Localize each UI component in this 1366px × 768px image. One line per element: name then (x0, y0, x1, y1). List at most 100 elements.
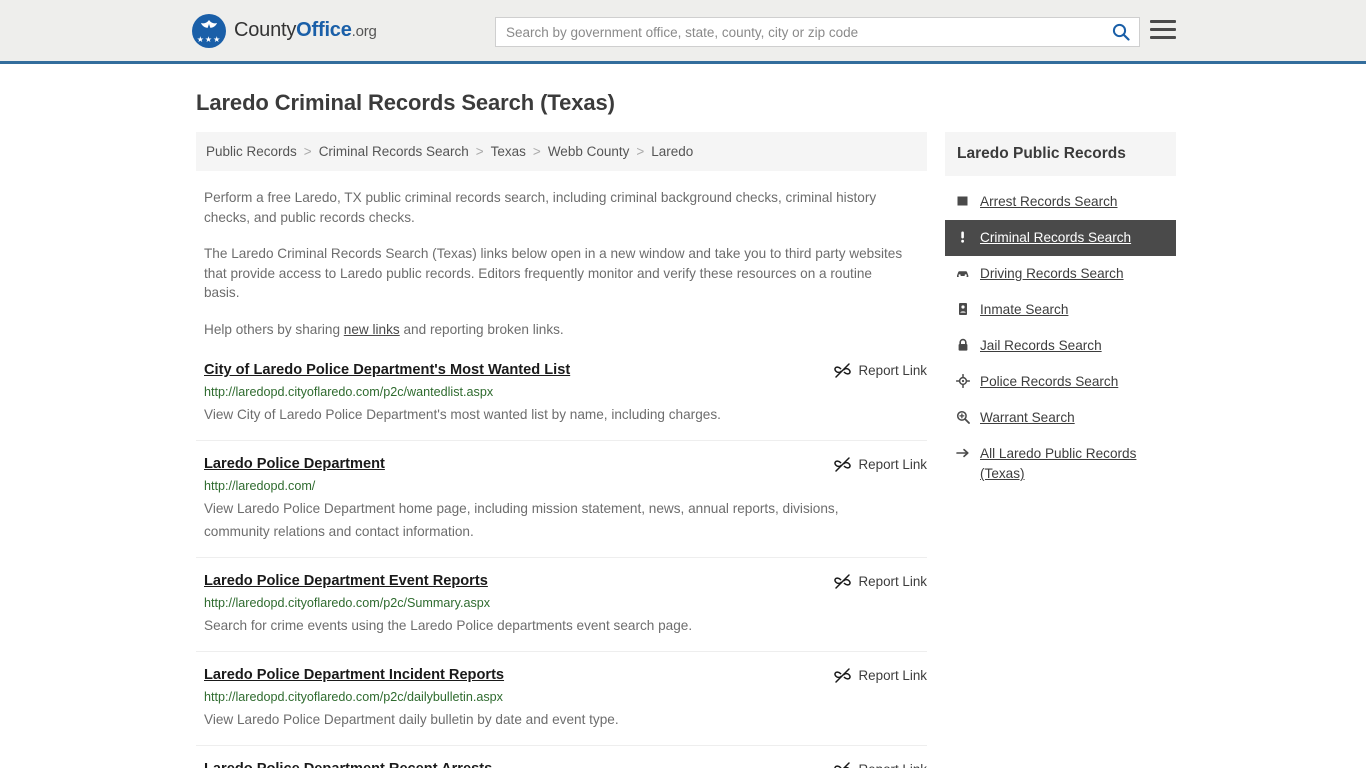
square-icon (955, 192, 970, 208)
result-title-link[interactable]: Laredo Police Department Incident Report… (204, 666, 504, 685)
sidebar-item-label: Criminal Records Search (980, 230, 1132, 245)
result-title-link[interactable]: Laredo Police Department Event Reports (204, 572, 488, 591)
hamburger-menu-icon[interactable] (1150, 20, 1176, 39)
square-icon (957, 196, 967, 206)
report-link-label: Report Link (859, 762, 927, 768)
result-title-link[interactable]: Laredo Police Department (204, 455, 385, 474)
logo-text-office: Office (296, 19, 352, 41)
exclamation-icon (955, 228, 970, 244)
main-content: Public Records > Criminal Records Search > T… (196, 132, 927, 768)
badge-icon (955, 374, 970, 388)
intro-paragraph-2: The Laredo Criminal Records Search (Texa… (204, 246, 903, 300)
result-url[interactable]: http://laredopd.cityoflaredo.com/p2c/dai… (204, 690, 927, 704)
site-logo[interactable]: ★★★ CountyOffice.org (192, 13, 377, 48)
results-list: City of Laredo Police Department's Most … (196, 361, 927, 768)
breadcrumb-item[interactable]: Criminal Records Search (319, 144, 469, 159)
sidebar-item-label: All Laredo Public Records (Texas) (980, 446, 1137, 481)
intro-text: Perform a free Laredo, TX public crimina… (196, 188, 927, 339)
breadcrumb-separator: > (636, 144, 645, 159)
site-logo-text: CountyOffice.org (234, 19, 377, 42)
report-link-button[interactable]: Report Link (833, 455, 927, 473)
result-item: Laredo Police Department Report Link http:… (196, 455, 927, 558)
result-url[interactable]: http://laredopd.com/ (204, 479, 927, 493)
breadcrumb: Public Records > Criminal Records Search > T… (196, 132, 927, 171)
sidebar-item-driving-records-search[interactable]: Driving Records Search (945, 256, 1176, 292)
hamburger-bar (1150, 20, 1176, 23)
sidebar-item-warrant-search[interactable]: Warrant Search (945, 400, 1176, 436)
report-link-button[interactable]: Report Link (833, 760, 927, 768)
search-plus-icon (956, 410, 970, 424)
sidebar-item-label: Jail Records Search (980, 338, 1102, 353)
broken-link-icon (833, 668, 851, 683)
badge-icon (955, 372, 970, 388)
breadcrumb-item[interactable]: Public Records (206, 144, 297, 159)
sidebar-title: Laredo Public Records (945, 132, 1176, 176)
broken-link-icon (833, 762, 850, 768)
sidebar-item-label: Warrant Search (980, 410, 1075, 425)
result-title-link[interactable]: Laredo Police Department Recent Arrests (204, 760, 492, 768)
breadcrumb-separator: > (475, 144, 484, 159)
result-title-link[interactable]: City of Laredo Police Department's Most … (204, 361, 570, 380)
sidebar: Laredo Public Records Arrest Records Sea… (945, 132, 1176, 768)
hamburger-bar (1150, 36, 1176, 39)
result-item: Laredo Police Department Event Reports Re… (196, 572, 927, 652)
logo-text-county: County (234, 19, 297, 41)
intro-p3-after: and reporting broken links. (399, 321, 564, 337)
result-item: Laredo Police Department Incident Report… (196, 666, 927, 746)
search-input[interactable] (496, 18, 1103, 46)
new-links-link[interactable]: new links (344, 322, 400, 337)
report-link-button[interactable]: Report Link (833, 666, 927, 684)
result-header: Laredo Police Department Recent Arrests R… (204, 760, 927, 768)
result-url[interactable]: http://laredopd.cityoflaredo.com/p2c/wan… (204, 385, 927, 399)
broken-link-icon (833, 457, 851, 472)
breadcrumb-item[interactable]: Webb County (548, 144, 630, 159)
result-header: City of Laredo Police Department's Most … (204, 361, 927, 380)
result-item: Laredo Police Department Recent Arrests R… (196, 760, 927, 768)
county-office-logo-icon: ★★★ (192, 13, 226, 48)
search-box[interactable] (495, 17, 1140, 47)
report-link-label: Report Link (858, 457, 927, 472)
result-header: Laredo Police Department Report Link (204, 455, 927, 474)
eagle-icon (201, 19, 217, 28)
lock-icon (958, 338, 967, 351)
search-plus-icon (955, 408, 970, 424)
intro-p3-before: Help others by sharing (204, 321, 344, 337)
search-button[interactable] (1103, 18, 1139, 46)
report-link-label: Report Link (858, 363, 927, 378)
sidebar-item-police-records-search[interactable]: Police Records Search (945, 364, 1176, 400)
sidebar-item-jail-records-search[interactable]: Jail Records Search (945, 328, 1176, 364)
result-description: View Laredo Police Department daily bull… (204, 712, 619, 727)
result-header: Laredo Police Department Event Reports Re… (204, 572, 927, 591)
report-link-button[interactable]: Report Link (833, 572, 927, 590)
report-link-label: Report Link (858, 668, 927, 683)
page-title: Laredo Criminal Records Search (Texas) (196, 90, 615, 115)
result-header: Laredo Police Department Incident Report… (204, 666, 927, 685)
sidebar-item-arrest-records-search[interactable]: Arrest Records Search (945, 184, 1176, 220)
id-card-icon (955, 300, 970, 316)
breadcrumb-separator: > (303, 144, 312, 159)
breadcrumb-item[interactable]: Texas (491, 144, 526, 159)
report-link-button[interactable]: Report Link (833, 361, 927, 379)
arrow-right-icon (955, 448, 969, 458)
report-link-label: Report Link (858, 574, 927, 589)
breadcrumb-item[interactable]: Laredo (651, 144, 693, 159)
broken-link-icon (833, 363, 851, 378)
sidebar-list: Arrest Records Search Criminal Records Se… (945, 184, 1176, 492)
sidebar-item-label: Police Records Search (980, 374, 1119, 389)
sidebar-item-all-laredo-public-records-texas[interactable]: All Laredo Public Records (Texas) (945, 436, 1176, 492)
result-item: City of Laredo Police Department's Most … (196, 361, 927, 441)
sidebar-item-label: Driving Records Search (980, 266, 1124, 281)
sidebar-item-inmate-search[interactable]: Inmate Search (945, 292, 1176, 328)
sidebar-item-label: Arrest Records Search (980, 194, 1118, 209)
hamburger-bar (1150, 28, 1176, 31)
result-url[interactable]: http://laredopd.cityoflaredo.com/p2c/Sum… (204, 596, 927, 610)
car-icon (956, 271, 968, 277)
sidebar-item-label: Inmate Search (980, 302, 1069, 317)
broken-link-icon (833, 574, 851, 589)
result-description: Search for crime events using the Laredo… (204, 618, 693, 633)
lock-icon (955, 336, 970, 352)
exclamation-icon (960, 231, 964, 243)
site-header: ★★★ CountyOffice.org (0, 0, 1366, 64)
sidebar-item-criminal-records-search[interactable]: Criminal Records Search (945, 220, 1176, 256)
content-columns: Public Records > Criminal Records Search > T… (196, 132, 1176, 768)
